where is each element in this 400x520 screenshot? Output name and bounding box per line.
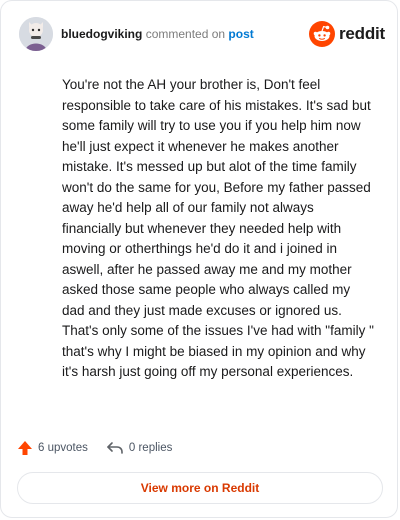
upvotes-button[interactable]: 6 upvotes bbox=[17, 440, 88, 456]
commented-on-label: commented on bbox=[145, 27, 226, 41]
post-link[interactable]: post bbox=[228, 27, 253, 41]
upvotes-count: 6 upvotes bbox=[38, 442, 88, 454]
replies-count: 0 replies bbox=[128, 442, 173, 454]
user-avatar[interactable] bbox=[19, 17, 53, 51]
reddit-snoo-icon bbox=[308, 21, 335, 47]
avatar-image bbox=[19, 17, 53, 51]
comment-card: bluedogviking commented on post reddit Y… bbox=[0, 0, 398, 518]
view-more-on-reddit-button[interactable]: View more on Reddit bbox=[17, 472, 383, 504]
reply-arrow-icon bbox=[107, 442, 123, 454]
reddit-wordmark: reddit bbox=[338, 24, 385, 43]
comment-body: You're not the AH your brother is, Don't… bbox=[62, 77, 374, 379]
comment-meta: bluedogviking commented on post bbox=[61, 27, 254, 41]
username-link[interactable]: bluedogviking bbox=[61, 27, 142, 41]
reddit-logo[interactable]: reddit bbox=[308, 21, 385, 47]
comment-actions: 6 upvotes 0 replies bbox=[17, 438, 172, 458]
replies-button[interactable]: 0 replies bbox=[106, 440, 172, 456]
comment-header: bluedogviking commented on post reddit bbox=[19, 17, 385, 51]
upvote-arrow-icon bbox=[18, 441, 32, 455]
